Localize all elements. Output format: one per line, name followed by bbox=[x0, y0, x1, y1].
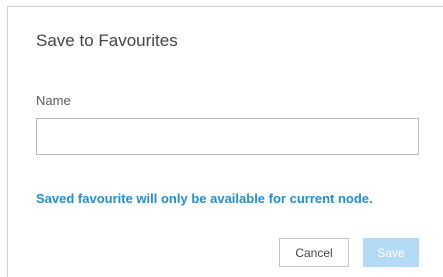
dialog-title: Save to Favourites bbox=[36, 31, 178, 50]
save-button[interactable]: Save bbox=[363, 238, 419, 267]
info-message: Saved favourite will only be available f… bbox=[36, 191, 373, 206]
cancel-button[interactable]: Cancel bbox=[279, 238, 349, 267]
name-label: Name bbox=[36, 93, 71, 108]
name-input[interactable] bbox=[36, 118, 419, 155]
save-to-favourites-dialog: Save to Favourites Name Saved favourite … bbox=[7, 6, 443, 277]
